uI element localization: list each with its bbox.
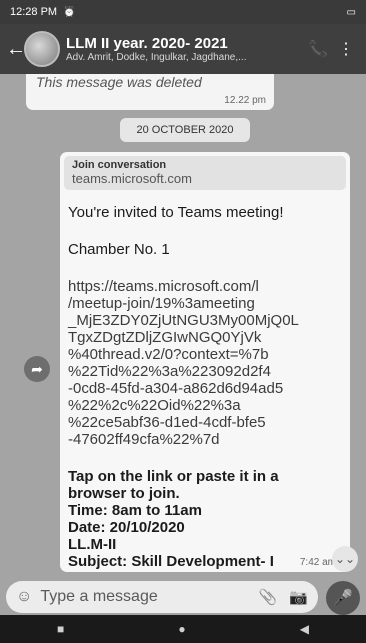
instruction-line: browser to join. — [68, 485, 180, 502]
recents-icon[interactable]: ■ — [57, 622, 64, 636]
attach-icon[interactable]: 📎 — [259, 588, 278, 606]
message-placeholder[interactable]: Type a message — [40, 588, 246, 606]
message-time: 7:42 am — [299, 557, 336, 568]
url-line: %40thread.v2/0?context=%7b — [68, 346, 269, 363]
url-line: _MjE3ZDY0ZjUtNGU3My00MjQ0L — [68, 312, 299, 329]
meeting-link[interactable]: https://teams.microsoft.com/l /meetup-jo… — [68, 278, 342, 448]
url-line: %22%2c%22Oid%22%3a — [68, 397, 241, 414]
add-call-icon[interactable]: 📞 — [304, 39, 332, 59]
chat-title: LLM II year. 2020- 2021 — [66, 35, 228, 52]
url-line: https://teams.microsoft.com/l — [68, 278, 259, 295]
home-icon[interactable]: ● — [178, 622, 185, 636]
invite-text: You're invited to Teams meeting! — [68, 204, 284, 221]
back-nav-icon[interactable]: ◀ — [300, 622, 309, 636]
back-arrow-icon[interactable]: ← — [6, 38, 26, 61]
url-line: %22Tid%22%3a%223092d2f4 — [68, 363, 271, 380]
url-line: TgxZDgtZDljZGIwNGQ0YjVk — [68, 329, 262, 346]
battery-icon: ▭ — [346, 6, 356, 18]
link-preview-domain: teams.microsoft.com — [72, 171, 192, 186]
chat-title-area[interactable]: LLM II year. 2020- 2021 Adv. Amrit, Dodk… — [66, 35, 304, 63]
url-line: -47602ff49cfa%22%7d — [68, 431, 220, 448]
status-bar: 12:28 PM ⏰ ▭ — [0, 0, 366, 24]
forward-icon[interactable]: ➦ — [24, 356, 50, 382]
deleted-message[interactable]: This message was deleted 12.22 pm — [26, 74, 274, 110]
instruction-line: Date: 20/10/2020 — [68, 519, 185, 536]
chat-area[interactable]: This message was deleted 12.22 pm 20 OCT… — [0, 74, 366, 581]
alarm-icon: ⏰ — [63, 6, 76, 18]
instruction-line: LL.M-II — [68, 536, 117, 553]
emoji-icon[interactable]: ☺ — [16, 588, 32, 606]
deleted-message-time: 12.22 pm — [224, 95, 266, 106]
url-line: -0cd8-45fd-a304-a862d6d94ad5 — [68, 380, 284, 397]
date-separator: 20 OCTOBER 2020 — [120, 118, 250, 142]
scroll-down-icon[interactable]: ⌄⌄ — [332, 546, 358, 572]
url-line: %22ce5abf36-d1ed-4cdf-bfe5 — [68, 414, 266, 431]
system-nav-bar: ■ ● ◀ — [0, 615, 366, 643]
microphone-icon[interactable]: 🎤 — [326, 581, 360, 615]
message-input[interactable]: ☺ Type a message 📎 📷 — [6, 581, 318, 613]
composer: ☺ Type a message 📎 📷 🎤 — [0, 581, 366, 615]
meeting-instructions: Tap on the link or paste it in a browser… — [68, 468, 342, 570]
instruction-line: Tap on the link or paste it in a — [68, 468, 279, 485]
camera-icon[interactable]: 📷 — [289, 588, 308, 606]
deleted-message-text: This message was deleted — [36, 74, 202, 90]
link-preview[interactable]: Join conversation teams.microsoft.com — [64, 156, 346, 190]
chat-members: Adv. Amrit, Dodke, Ingulkar, Jagdhane,..… — [66, 52, 247, 63]
status-time: 12:28 PM — [10, 6, 58, 18]
chat-header: ← LLM II year. 2020- 2021 Adv. Amrit, Do… — [0, 24, 366, 74]
more-options-icon[interactable]: ⋮ — [332, 39, 360, 59]
url-line: /meetup-join/19%3ameeting — [68, 295, 255, 312]
instruction-line: Time: 8am to 11am — [68, 502, 202, 519]
link-preview-title: Join conversation — [72, 159, 167, 171]
message-bubble[interactable]: Join conversation teams.microsoft.com Yo… — [60, 152, 350, 572]
chamber-text: Chamber No. 1 — [68, 241, 170, 258]
group-avatar[interactable] — [24, 31, 60, 67]
